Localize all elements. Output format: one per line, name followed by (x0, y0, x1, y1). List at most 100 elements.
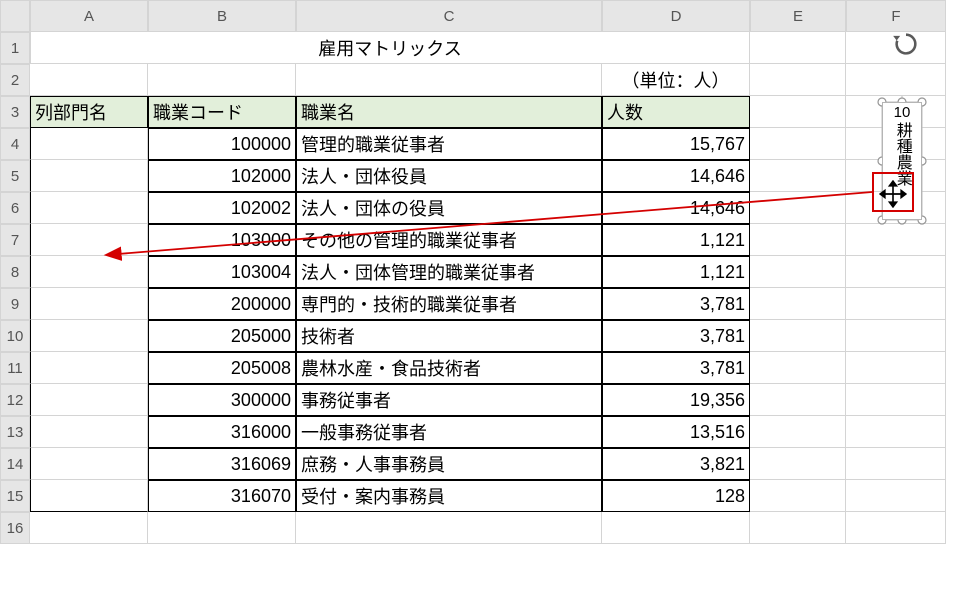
row-header-7[interactable]: 7 (0, 224, 30, 256)
cell-A9[interactable] (30, 288, 148, 320)
row-header-8[interactable]: 8 (0, 256, 30, 288)
cell-D13[interactable]: 13,516 (602, 416, 750, 448)
cell-F15[interactable] (846, 480, 946, 512)
cell-C9[interactable]: 専門的・技術的職業従事者 (296, 288, 602, 320)
cell-B6[interactable]: 102002 (148, 192, 296, 224)
row-header-5[interactable]: 5 (0, 160, 30, 192)
cell-E15[interactable] (750, 480, 846, 512)
header-count[interactable]: 人数 (602, 96, 750, 128)
cell-F2[interactable] (846, 64, 946, 96)
cell-E12[interactable] (750, 384, 846, 416)
col-header-E[interactable]: E (750, 0, 846, 32)
cell-C13[interactable]: 一般事務従事者 (296, 416, 602, 448)
cell-D9[interactable]: 3,781 (602, 288, 750, 320)
floating-textbox[interactable]: 10 耕種農業 (876, 96, 928, 226)
cell-A2[interactable] (30, 64, 148, 96)
cell-B13[interactable]: 316000 (148, 416, 296, 448)
cell-A16[interactable] (30, 512, 148, 544)
cell-B2[interactable] (148, 64, 296, 96)
cell-F12[interactable] (846, 384, 946, 416)
cell-E8[interactable] (750, 256, 846, 288)
cell-B11[interactable]: 205008 (148, 352, 296, 384)
row-header-12[interactable]: 12 (0, 384, 30, 416)
row-header-10[interactable]: 10 (0, 320, 30, 352)
cell-C12[interactable]: 事務従事者 (296, 384, 602, 416)
cell-F16[interactable] (846, 512, 946, 544)
cell-D14[interactable]: 3,821 (602, 448, 750, 480)
cell-E1[interactable] (750, 32, 846, 64)
header-col-dept[interactable]: 列部門名 (30, 96, 148, 128)
cell-B12[interactable]: 300000 (148, 384, 296, 416)
cell-E11[interactable] (750, 352, 846, 384)
cell-D12[interactable]: 19,356 (602, 384, 750, 416)
cell-B9[interactable]: 200000 (148, 288, 296, 320)
row-header-13[interactable]: 13 (0, 416, 30, 448)
cell-C11[interactable]: 農林水産・食品技術者 (296, 352, 602, 384)
cell-A6[interactable] (30, 192, 148, 224)
cell-C15[interactable]: 受付・案内事務員 (296, 480, 602, 512)
cell-E9[interactable] (750, 288, 846, 320)
cell-D7[interactable]: 1,121 (602, 224, 750, 256)
cell-F14[interactable] (846, 448, 946, 480)
cell-D10[interactable]: 3,781 (602, 320, 750, 352)
textbox-content[interactable]: 10 耕種農業 (882, 102, 922, 220)
row-header-16[interactable]: 16 (0, 512, 30, 544)
cell-A10[interactable] (30, 320, 148, 352)
cell-E10[interactable] (750, 320, 846, 352)
cell-E16[interactable] (750, 512, 846, 544)
cell-C2[interactable] (296, 64, 602, 96)
cell-A11[interactable] (30, 352, 148, 384)
cell-E2[interactable] (750, 64, 846, 96)
cell-B5[interactable]: 102000 (148, 160, 296, 192)
col-header-A[interactable]: A (30, 0, 148, 32)
row-header-2[interactable]: 2 (0, 64, 30, 96)
cell-A5[interactable] (30, 160, 148, 192)
cell-D11[interactable]: 3,781 (602, 352, 750, 384)
cell-A15[interactable] (30, 480, 148, 512)
cell-E7[interactable] (750, 224, 846, 256)
row-header-1[interactable]: 1 (0, 32, 30, 64)
cell-F9[interactable] (846, 288, 946, 320)
cell-C10[interactable]: 技術者 (296, 320, 602, 352)
cell-F13[interactable] (846, 416, 946, 448)
cell-F7[interactable] (846, 224, 946, 256)
cell-A14[interactable] (30, 448, 148, 480)
row-header-14[interactable]: 14 (0, 448, 30, 480)
cell-B4[interactable]: 100000 (148, 128, 296, 160)
title-cell[interactable]: 雇用マトリックス (30, 32, 750, 64)
cell-E5[interactable] (750, 160, 846, 192)
cell-A8[interactable] (30, 256, 148, 288)
cell-B16[interactable] (148, 512, 296, 544)
row-header-9[interactable]: 9 (0, 288, 30, 320)
cell-D5[interactable]: 14,646 (602, 160, 750, 192)
spreadsheet-grid[interactable]: A B C D E F 1 2 3 4 5 6 7 8 9 10 11 12 1… (0, 0, 955, 544)
row-header-11[interactable]: 11 (0, 352, 30, 384)
cell-B15[interactable]: 316070 (148, 480, 296, 512)
cell-B7[interactable]: 103000 (148, 224, 296, 256)
cell-E13[interactable] (750, 416, 846, 448)
cell-B10[interactable]: 205000 (148, 320, 296, 352)
cell-A4[interactable] (30, 128, 148, 160)
row-header-6[interactable]: 6 (0, 192, 30, 224)
row-header-4[interactable]: 4 (0, 128, 30, 160)
unit-label-cell[interactable]: （単位：人） (602, 64, 750, 96)
cell-E3[interactable] (750, 96, 846, 128)
cell-E4[interactable] (750, 128, 846, 160)
cell-B8[interactable]: 103004 (148, 256, 296, 288)
cell-C4[interactable]: 管理的職業従事者 (296, 128, 602, 160)
select-all-corner[interactable] (0, 0, 30, 32)
col-header-F[interactable]: F (846, 0, 946, 32)
cell-C14[interactable]: 庶務・人事事務員 (296, 448, 602, 480)
cell-A12[interactable] (30, 384, 148, 416)
col-header-C[interactable]: C (296, 0, 602, 32)
cell-F8[interactable] (846, 256, 946, 288)
cell-D16[interactable] (602, 512, 750, 544)
rotate-handle-icon[interactable] (892, 30, 920, 58)
cell-C16[interactable] (296, 512, 602, 544)
col-header-D[interactable]: D (602, 0, 750, 32)
header-job-code[interactable]: 職業コード (148, 96, 296, 128)
cell-D15[interactable]: 128 (602, 480, 750, 512)
cell-C8[interactable]: 法人・団体管理的職業従事者 (296, 256, 602, 288)
row-header-3[interactable]: 3 (0, 96, 30, 128)
col-header-B[interactable]: B (148, 0, 296, 32)
